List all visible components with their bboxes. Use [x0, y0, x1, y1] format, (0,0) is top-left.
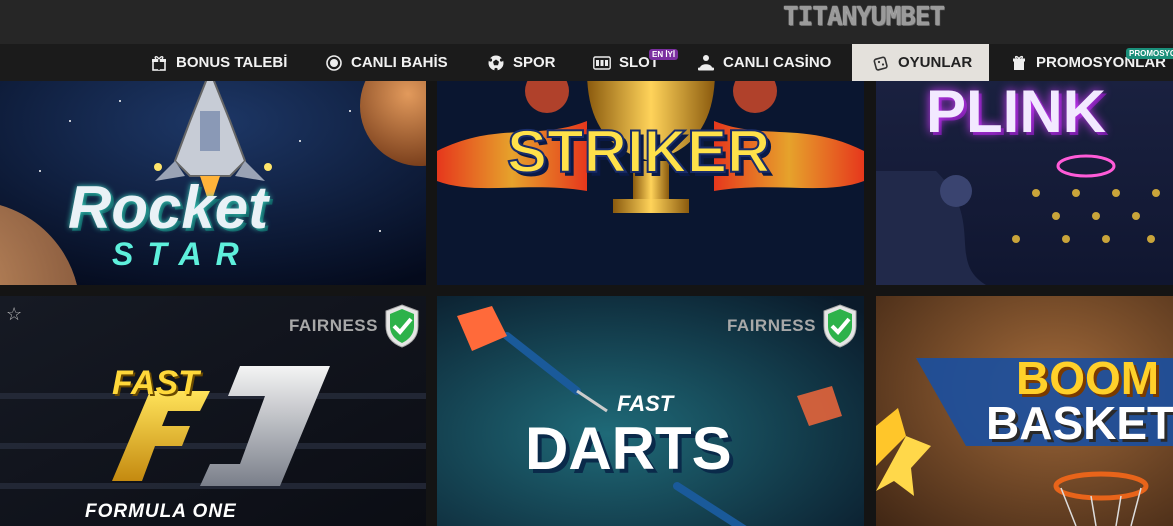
tile-title: STRIKER — [506, 117, 771, 186]
promo-badge: PROMOSYO — [1126, 48, 1173, 59]
tile-title: PLINK — [926, 81, 1106, 145]
dice-icon — [872, 54, 890, 72]
tile-subtitle: BASKET — [986, 397, 1173, 449]
nav-spor[interactable]: SPOR — [487, 44, 556, 81]
fairness-badge: FAIRNESS — [289, 304, 420, 348]
fairness-label: FAIRNESS — [726, 316, 816, 335]
game-tile-rocket-star[interactable]: Rocket STAR — [0, 81, 426, 285]
nav-bonus-talebi[interactable]: BONUS TALEBİ — [150, 44, 287, 81]
fairness-shield-icon — [823, 304, 857, 348]
game-tile-fast-f1[interactable]: ☆ FAIRNESS FAST FORMULA ONE — [0, 296, 426, 526]
nav-label: BONUS TALEBİ — [176, 54, 288, 71]
favorite-star-icon[interactable]: ☆ — [6, 304, 22, 325]
fairness-label: FAIRNESS — [288, 316, 378, 335]
main-nav: BONUS TALEBİ CANLI BAHİS SPOR SLOT EN İY… — [0, 44, 1173, 81]
nav-label: OYUNLAR — [898, 54, 973, 71]
slot-badge: EN İYİ — [649, 49, 679, 60]
tile-title: DARTS — [525, 415, 732, 482]
nav-oyunlar[interactable]: OYUNLAR — [852, 44, 989, 81]
nav-label: CANLI BAHİS — [351, 54, 448, 71]
games-grid: Rocket STAR STRIKER PLINK ☆ FAIRNESS FAS… — [0, 81, 1173, 526]
tile-subtitle: FORMULA ONE — [85, 501, 237, 522]
tile-subtitle: STAR — [112, 236, 253, 272]
nav-label: SPOR — [513, 54, 556, 71]
tile-title: Rocket — [68, 174, 269, 241]
fairness-badge: FAIRNESS — [727, 304, 858, 348]
game-tile-fast-darts[interactable]: FAIRNESS FAST DARTS — [437, 296, 864, 526]
nav-canli-bahis[interactable]: CANLI BAHİS — [325, 44, 448, 81]
promo-icon — [1010, 54, 1028, 72]
fairness-shield-icon — [385, 304, 419, 348]
nav-label: CANLI CASİNO — [723, 54, 832, 71]
game-tile-plink[interactable]: PLINK — [876, 81, 1173, 285]
tile-title: FAST — [112, 364, 199, 402]
dealer-icon — [697, 54, 715, 72]
live-dot-icon — [325, 54, 343, 72]
site-logo[interactable]: TITANYUMBET — [783, 2, 945, 32]
slot-machine-icon — [593, 54, 611, 72]
top-bar: TITANYUMBET — [0, 0, 1173, 44]
game-tile-striker[interactable]: STRIKER — [437, 81, 864, 285]
gift-icon — [150, 54, 168, 72]
game-tile-boom-basket[interactable]: BOOM BASKET — [876, 296, 1173, 526]
soccer-ball-icon — [487, 54, 505, 72]
nav-canli-casino[interactable]: CANLI CASİNO — [697, 44, 831, 81]
